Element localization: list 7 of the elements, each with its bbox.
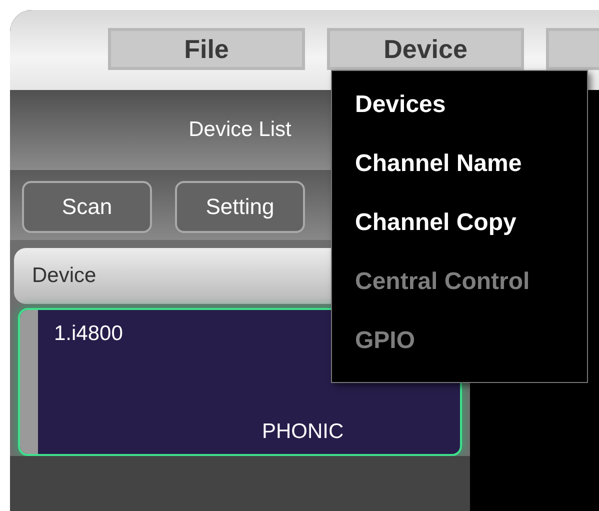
- menu-item[interactable]: Devices: [355, 87, 446, 146]
- menu-button[interactable]: File: [108, 28, 305, 70]
- toolbar-button[interactable]: Setting: [175, 181, 305, 233]
- device-brand: PHONIC: [262, 420, 344, 444]
- device-name: 1.i4800: [54, 322, 123, 346]
- toolbar-button[interactable]: Scan: [22, 181, 152, 233]
- menu-button[interactable]: Device: [327, 28, 524, 70]
